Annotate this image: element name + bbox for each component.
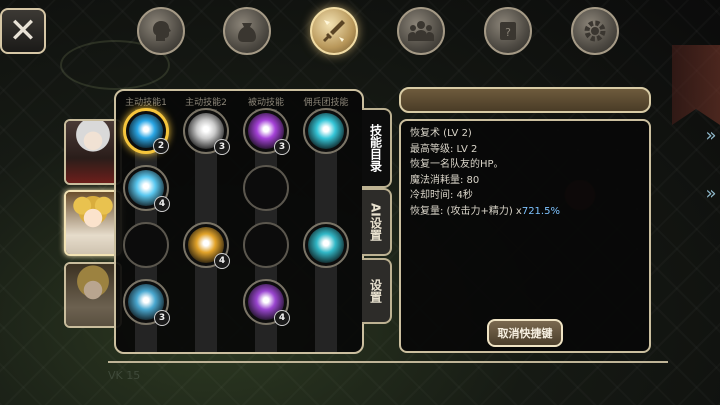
column-header-active-2: 主动技能2	[185, 98, 227, 108]
skill-slot-heal-hand[interactable]: 2	[123, 108, 169, 154]
skill-level-badge: 3	[154, 310, 170, 326]
skill-slot-purple-shield-cross[interactable]: 4	[243, 279, 290, 326]
skill-slot-potion[interactable]	[303, 222, 349, 268]
tab-party[interactable]	[397, 7, 445, 55]
skill-level-badge: 4	[214, 253, 230, 269]
potion-icon	[308, 227, 344, 263]
column-header-mercenary: 佣兵团技能	[303, 98, 349, 108]
scroll-icon: ?	[500, 22, 516, 40]
skill-description-panel: 恢复术 (LV 2) 最高等级: LV 2 恢复一名队友的HP。 魔法消耗量: …	[399, 119, 651, 353]
skill-level-badge: 3	[274, 139, 290, 155]
bottom-divider	[108, 361, 668, 363]
skill-slot-empty[interactable]	[243, 165, 289, 211]
sword-icon	[323, 20, 345, 42]
top-tab-bar: ?	[0, 7, 720, 57]
heal-formula-label: 恢复量: (攻击力+精力) x	[410, 205, 522, 217]
skill-mana-cost: 魔法消耗量: 80	[410, 174, 480, 186]
heal-formula-value: 721.5%	[521, 205, 560, 217]
tab-character[interactable]	[137, 7, 185, 55]
skill-level-badge: 2	[153, 138, 169, 154]
gear-icon	[584, 20, 606, 42]
hero-blonde-girl-alt-portrait	[66, 264, 120, 326]
tab-settings[interactable]	[571, 7, 619, 55]
skill-slot-winged-armor[interactable]: 4	[123, 165, 170, 212]
skill-slot-armored-helmet[interactable]: 3	[123, 279, 170, 326]
tab-quests[interactable]: ?	[484, 7, 532, 55]
skill-effect: 恢复一名队友的HP。	[410, 159, 504, 170]
skill-title: 恢复术 (LV 2)	[410, 128, 472, 139]
hero-blonde-girl-portrait	[66, 192, 120, 254]
svg-text:?: ?	[505, 26, 511, 39]
column-header-passive: 被动技能	[247, 98, 284, 108]
tab-skills[interactable]	[310, 7, 358, 55]
skill-heal-formula: 恢复量: (攻击力+精力) x721.5%	[410, 204, 640, 220]
skill-slot-purple-cross[interactable]: 3	[243, 108, 290, 155]
column-header-active-1: 主动技能1	[125, 98, 167, 108]
skill-level-badge: 4	[154, 196, 170, 212]
tab-inventory[interactable]	[223, 7, 271, 55]
head-icon	[153, 21, 171, 41]
side-tab-skill-list[interactable]: 技能目录	[362, 108, 392, 188]
scroll-right-arrow-1[interactable]: »	[700, 122, 720, 148]
side-tab-settings[interactable]: 设置	[362, 258, 392, 324]
side-tab-ai-settings[interactable]: AI设置	[362, 188, 392, 256]
skill-slot-empty[interactable]	[123, 222, 169, 268]
skill-level-badge: 4	[274, 310, 290, 326]
bottom-status-text: VK 15	[108, 369, 141, 382]
group-icon	[408, 21, 434, 41]
skill-slot-golden-hammer[interactable]: 4	[183, 222, 230, 269]
bag-icon	[238, 23, 256, 42]
skill-slot-cyan-orb[interactable]	[303, 108, 349, 154]
skill-name-bar	[399, 87, 651, 113]
hero-white-hair-portrait	[66, 121, 120, 183]
skill-slot-empty[interactable]	[243, 222, 289, 268]
cancel-shortcut-button[interactable]: 取消快捷键	[487, 319, 563, 347]
background-banner	[672, 45, 720, 125]
skill-panel: 主动技能1 主动技能2 被动技能 佣兵团技能 2 3 3 4 4 3 4	[114, 89, 364, 354]
skill-slot-lightning-shield[interactable]: 3	[183, 108, 230, 155]
scroll-right-arrow-2[interactable]: »	[700, 180, 720, 206]
cyan-orb-icon	[308, 113, 344, 149]
skill-max-level: 最高等级: LV 2	[410, 143, 478, 155]
skill-level-badge: 3	[214, 139, 230, 155]
skill-cooldown: 冷却时间: 4秒	[410, 190, 473, 201]
